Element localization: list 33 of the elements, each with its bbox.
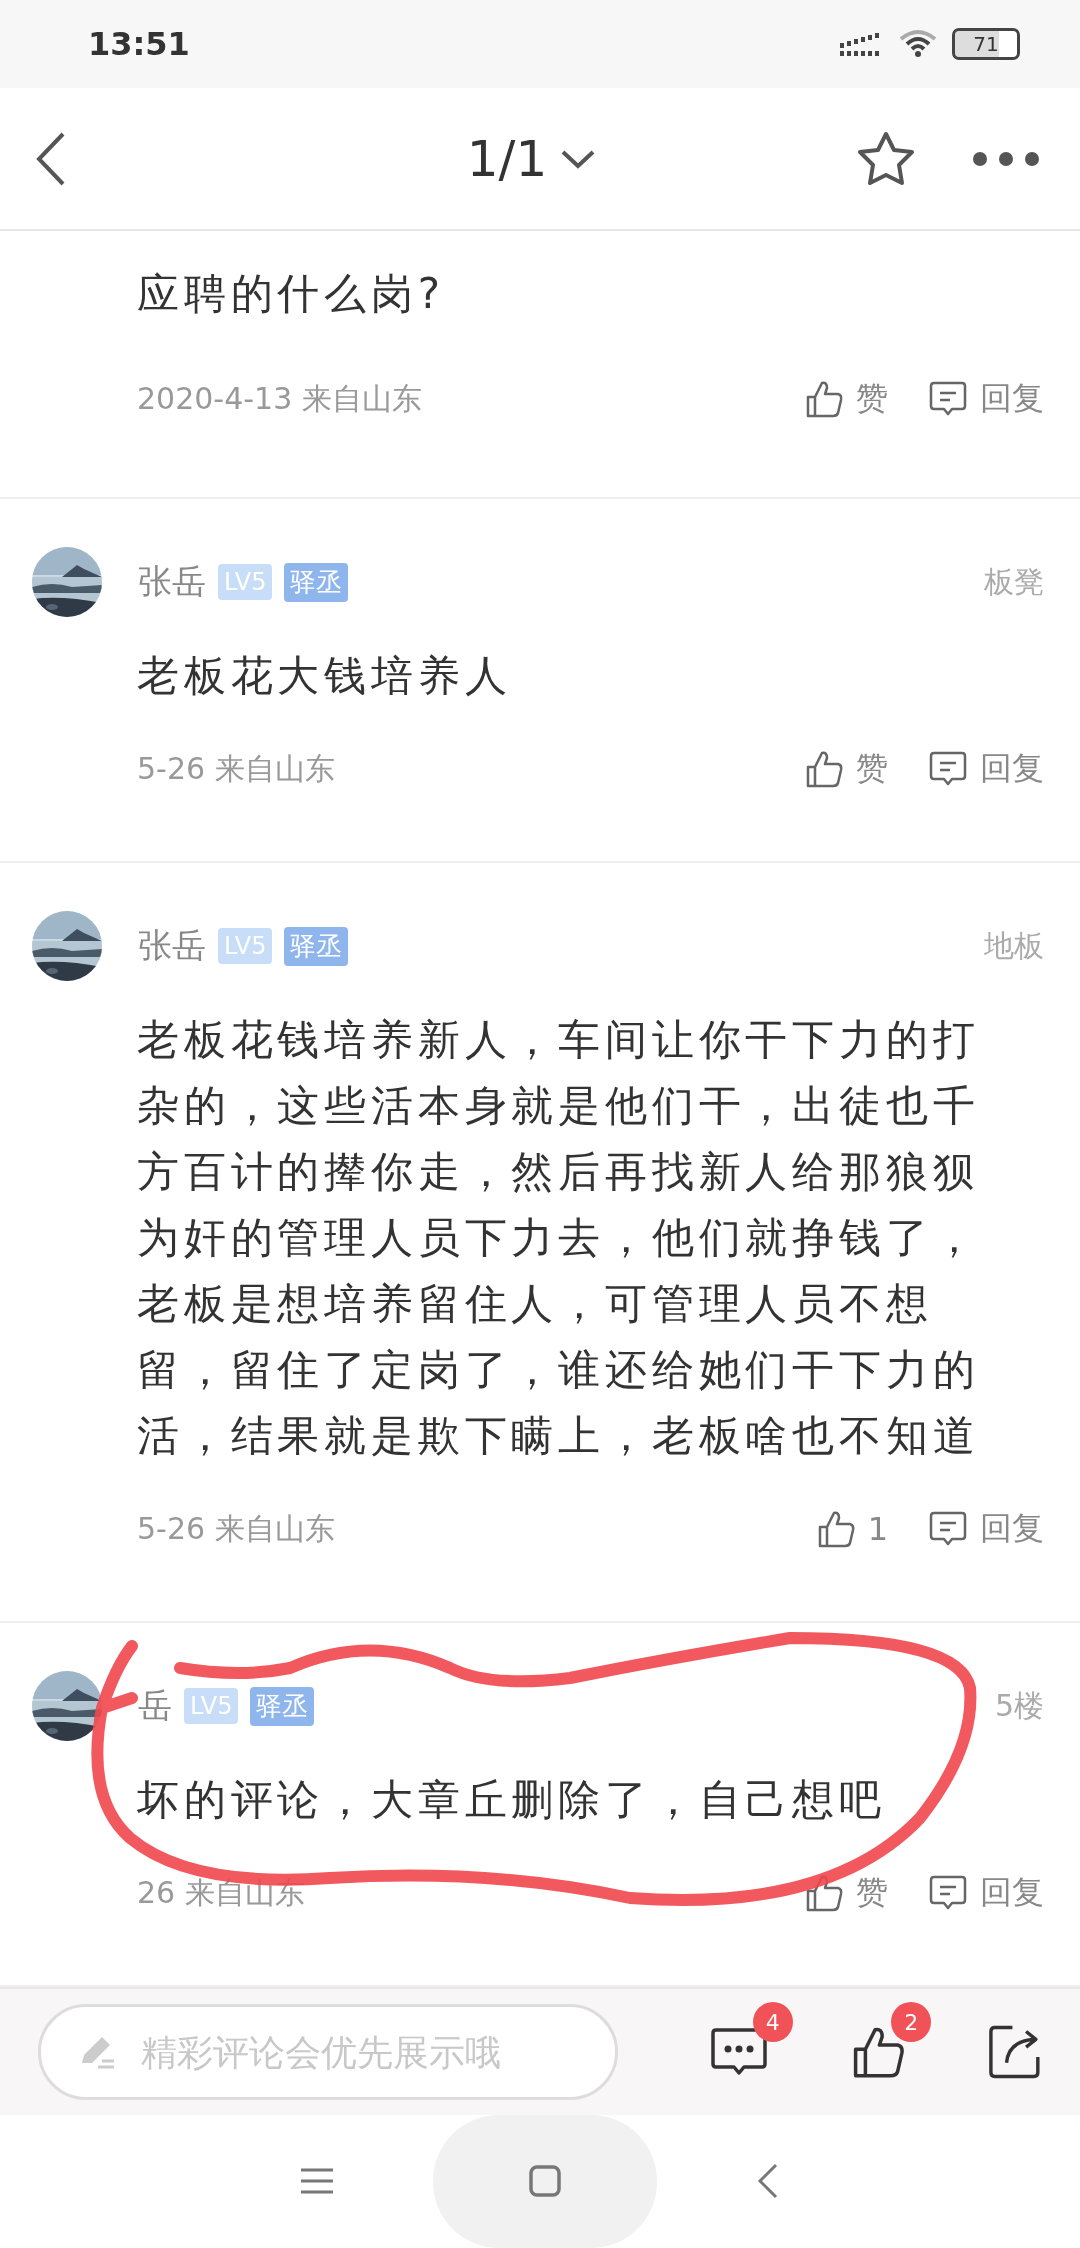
rank-badge: 驿丞	[250, 1686, 315, 1726]
count-badge: 2	[891, 2002, 932, 2043]
rank-badge: 驿丞	[284, 562, 349, 602]
level-badge: LV5	[184, 1688, 239, 1725]
comment-date: 2020-4-13 来自山东	[137, 379, 423, 418]
battery-level: 71	[973, 31, 999, 56]
comment-date: 5-26 来自山东	[137, 749, 336, 788]
comment-text: 坏的评论，大章丘删除了，自己想吧	[137, 1774, 887, 1827]
level-badge: LV5	[218, 564, 273, 601]
reply-button[interactable]: 回复	[928, 1507, 1044, 1552]
like-button[interactable]: 赞	[804, 377, 888, 422]
comment-text: 老板花钱培养新人，车间让你干下力的打杂的，这些活本身就是他们干，出徒也千方百计的撵你走，然后再找新人给那狼狈为奸的管理人员下力去，他们就挣钱了，老板是想培养留住人，可管理人员不想留，留住了定岗了，谁还给她们干下力的活，结果就是欺下瞒上，老板啥也不知道	[137, 1014, 981, 1463]
page-title[interactable]: 1/1	[466, 129, 548, 188]
comment-text: 老板花大钱培养人	[137, 650, 513, 703]
comment-date: 5-26 来自山东	[137, 1509, 336, 1548]
floor-label: 板凳	[984, 562, 1044, 601]
user-name[interactable]: 岳	[138, 1683, 172, 1730]
like-button[interactable]: 1	[815, 1509, 888, 1550]
like-button[interactable]: 赞	[804, 1871, 888, 1916]
rank-badge: 驿丞	[284, 926, 349, 966]
reply-button[interactable]: 回复	[928, 747, 1044, 792]
reply-button[interactable]: 回复	[928, 1871, 1044, 1916]
clock: 13:51	[88, 24, 190, 63]
floor-label: 5楼	[994, 1686, 1044, 1725]
count-badge: 4	[752, 2002, 793, 2043]
comment-date: 26 来自山东	[137, 1873, 306, 1912]
level-badge: LV5	[218, 928, 273, 965]
user-name[interactable]: 张岳	[138, 559, 206, 606]
user-name[interactable]: 张岳	[138, 923, 206, 970]
like-button[interactable]: 赞	[804, 747, 888, 792]
reply-button[interactable]: 回复	[928, 377, 1044, 422]
comment-text: 应聘的什么岗?	[137, 268, 446, 321]
floor-label: 地板	[984, 926, 1044, 965]
